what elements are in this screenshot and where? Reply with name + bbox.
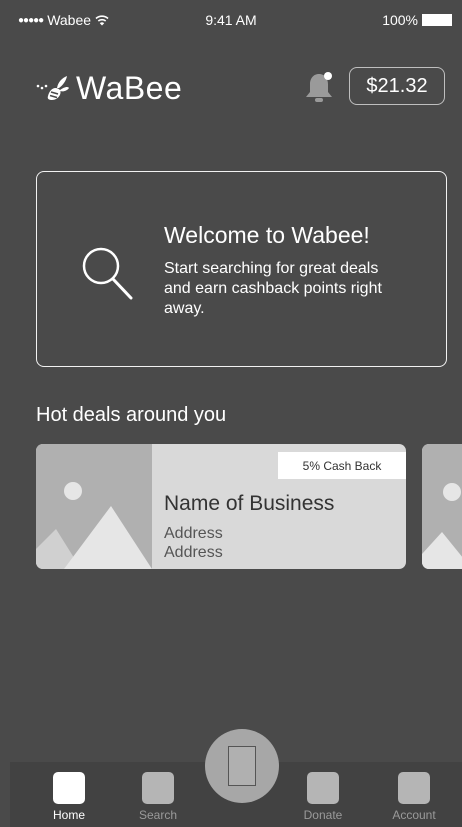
tab-label: Account [392, 808, 436, 822]
search-icon [82, 247, 133, 300]
app-logo: WaBee [34, 70, 182, 107]
business-image-placeholder [36, 444, 152, 569]
business-address-line-2: Address [164, 544, 223, 561]
donate-icon [307, 772, 339, 804]
status-right: 100% [382, 12, 452, 28]
battery-icon [422, 14, 452, 26]
status-bar: ●●●●● Wabee 9:41 AM 100% [0, 0, 462, 40]
wallet-card-button[interactable] [205, 729, 279, 803]
welcome-message: Start searching for great deals and earn… [164, 260, 382, 317]
image-placeholder-icon [422, 444, 462, 569]
business-name: Name of Business [164, 492, 335, 515]
business-address: Address [164, 525, 223, 542]
tab-search[interactable]: Search [123, 762, 193, 827]
hot-deals-heading: Hot deals around you [36, 404, 227, 426]
tab-label: Donate [303, 808, 343, 822]
bee-icon [36, 75, 69, 100]
deal-card[interactable]: 5% Cash Back Name of Business Address Ad… [36, 444, 406, 569]
tab-donate[interactable]: Donate [288, 762, 358, 827]
home-icon [53, 772, 85, 804]
tab-account[interactable]: Account [379, 762, 449, 827]
cashback-badge: 5% Cash Back [278, 452, 406, 479]
search-tab-icon [142, 772, 174, 804]
battery-percent: 100% [382, 12, 418, 28]
tab-label: Home [52, 808, 85, 822]
home-screen: ●●●●● Wabee 9:41 AM 100% WaBee $21.32 We… [0, 0, 462, 827]
card-icon [228, 746, 256, 786]
notification-bell-icon[interactable] [302, 70, 336, 106]
logo-text: WaBee [76, 70, 183, 106]
deal-card-next[interactable] [422, 444, 462, 569]
tab-home[interactable]: Home [34, 762, 104, 827]
image-placeholder-icon [36, 444, 152, 569]
account-icon [398, 772, 430, 804]
tab-label: Search [138, 808, 178, 822]
balance-button[interactable]: $21.32 [349, 67, 445, 105]
welcome-title: Welcome to Wabee! [164, 222, 370, 248]
welcome-card[interactable]: Welcome to Wabee! Start searching for gr… [36, 171, 447, 367]
